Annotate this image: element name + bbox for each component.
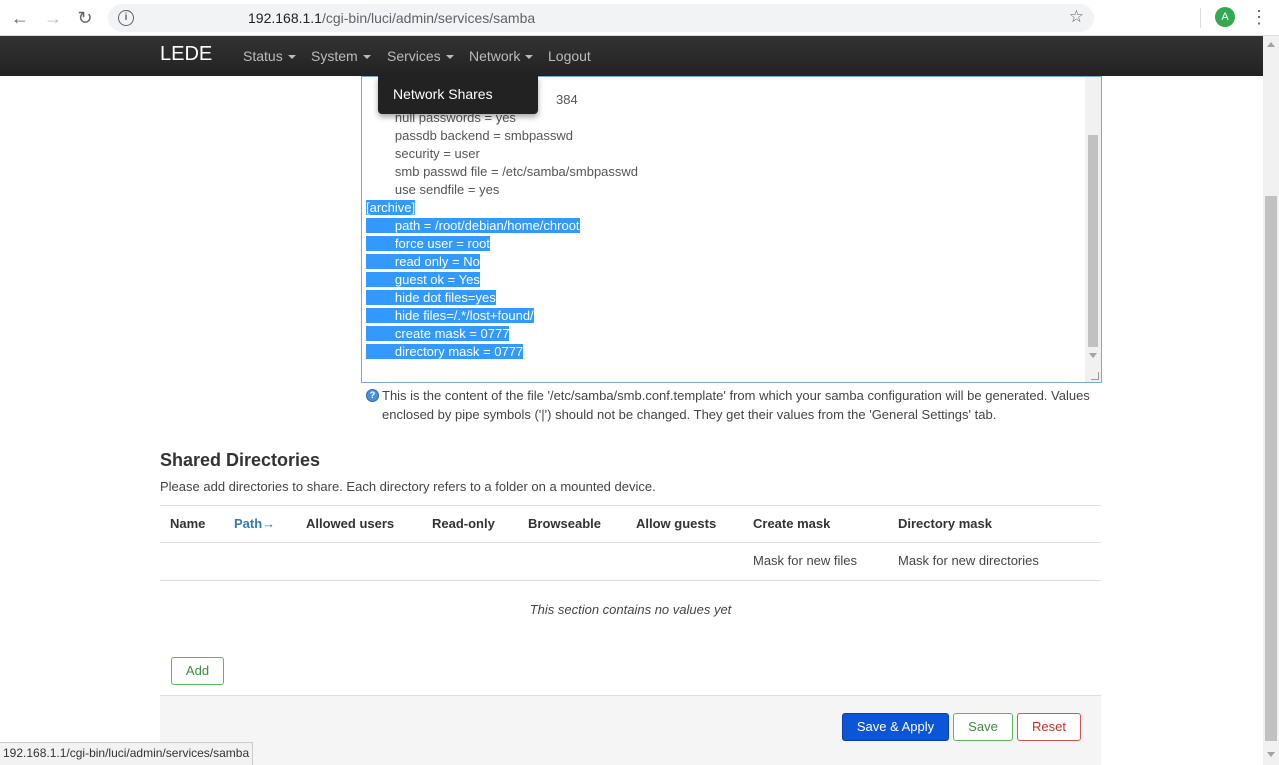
selected-text: [archive] (366, 200, 416, 215)
selected-text: create mask = 0777 (366, 326, 510, 341)
table-header-row: Name Path→ Allowed users Read-only Brows… (160, 505, 1101, 543)
selected-text-line: read only = No (366, 253, 638, 271)
browser-menu-icon[interactable]: ⋮ (1250, 6, 1268, 30)
bookmark-star-icon[interactable]: ☆ (1069, 7, 1084, 27)
services-dropdown-menu: Network Shares (378, 76, 538, 114)
save-button[interactable]: Save (953, 713, 1013, 741)
caret-down-icon (525, 55, 534, 60)
caret-down-icon (287, 55, 296, 60)
browser-toolbar: ← → ↻ i 192.168.1.1/cgi-bin/luci/admin/s… (0, 0, 1279, 36)
info-icon[interactable]: i (118, 10, 134, 26)
toolbar-divider (1200, 8, 1201, 28)
selected-text-line: hide files=/.*/lost+found/ (366, 307, 638, 325)
textarea-scroll-thumb[interactable] (1088, 135, 1098, 347)
column-allowed-users: Allowed users (306, 516, 395, 531)
address-bar[interactable]: i 192.168.1.1/cgi-bin/luci/admin/service… (108, 4, 1094, 32)
scroll-up-arrow-icon[interactable] (1267, 42, 1275, 47)
nav-status[interactable]: Status (243, 48, 296, 64)
text-line: passdb backend = smbpasswd (366, 128, 574, 143)
brand-logo[interactable]: LEDE (160, 43, 212, 66)
textarea-scrollbar[interactable] (1085, 77, 1101, 382)
selected-text-line: guest ok = Yes (366, 271, 638, 289)
url-path: /cgi-bin/luci/admin/services/samba (321, 10, 536, 26)
resize-grip-icon[interactable] (1091, 372, 1099, 380)
selected-text: read only = No (366, 254, 480, 269)
url-host: 192.168.1.1 (248, 10, 322, 26)
nav-status-label: Status (243, 48, 283, 64)
help-icon: ? (366, 389, 379, 402)
nav-network-label: Network (469, 48, 521, 64)
menu-item-network-shares[interactable]: Network Shares (393, 86, 493, 102)
text-line: security = user (366, 146, 480, 161)
address-url[interactable]: 192.168.1.1/cgi-bin/luci/admin/services/… (248, 10, 535, 26)
nav-system-label: System (311, 48, 358, 64)
selected-text: force user = root (366, 236, 490, 251)
column-path-sort[interactable]: Path→ (234, 516, 275, 531)
reset-button[interactable]: Reset (1017, 713, 1081, 741)
status-bar-url: 192.168.1.1/cgi-bin/luci/admin/services/… (0, 742, 254, 765)
selected-text: hide files=/.*/lost+found/ (366, 308, 534, 323)
text-line: use sendfile = yes (366, 182, 500, 197)
selected-text: directory mask = 0777 (366, 344, 524, 359)
add-share-button[interactable]: Add (171, 657, 224, 685)
column-allow-guests: Allow guests (636, 516, 717, 531)
selected-text: guest ok = Yes (366, 272, 480, 287)
selected-text-line: [archive] (366, 199, 638, 217)
column-browseable: Browseable (528, 516, 601, 531)
back-arrow-icon[interactable]: ← (9, 7, 31, 29)
nav-system[interactable]: System (311, 48, 371, 64)
scroll-down-arrow-icon[interactable] (1089, 353, 1097, 358)
selected-text-line: hide dot files=yes (366, 289, 638, 307)
profile-avatar[interactable]: A (1215, 7, 1235, 27)
help-text: This is the content of the file '/etc/sa… (382, 388, 1090, 422)
selected-text-line: force user = root (366, 235, 638, 253)
top-navbar: LEDE Status System Services Network Logo… (0, 36, 1263, 76)
column-create-mask: Create mask (753, 516, 831, 531)
caret-down-icon (362, 55, 371, 60)
page-scroll-thumb[interactable] (1265, 196, 1277, 741)
text-line: smb passwd file = /etc/samba/smbpasswd (366, 164, 639, 179)
empty-section-message: This section contains no values yet (529, 602, 732, 617)
column-directory-mask: Directory mask (898, 516, 992, 531)
reload-icon[interactable]: ↻ (74, 7, 96, 29)
page-scrollbar[interactable] (1263, 36, 1279, 765)
save-apply-button[interactable]: Save & Apply (842, 713, 949, 741)
smb-template-textarea[interactable]: 384 null passwords = yes passdb backend … (361, 76, 1102, 383)
nav-services[interactable]: Services (387, 48, 454, 64)
selected-text-line: create mask = 0777 (366, 325, 638, 343)
textarea-content: 384 null passwords = yes passdb backend … (366, 91, 638, 361)
create-mask-description: Mask for new files (753, 553, 858, 568)
table-description-row: Mask for new files Mask for new director… (160, 543, 1101, 581)
selected-text-line: path = /root/debian/home/chroot (366, 217, 638, 235)
forward-arrow-icon[interactable]: → (42, 7, 64, 29)
selected-text: path = /root/debian/home/chroot (366, 218, 580, 233)
scroll-down-arrow-icon[interactable] (1267, 752, 1275, 757)
directory-mask-description: Mask for new directories (898, 553, 1039, 568)
column-read-only: Read-only (432, 516, 495, 531)
column-name: Name (170, 516, 206, 531)
shared-directories-title: Shared Directories (160, 450, 321, 470)
caret-down-icon (445, 55, 454, 60)
nav-logout[interactable]: Logout (548, 48, 591, 64)
nav-services-label: Services (387, 48, 441, 64)
selected-text-line: directory mask = 0777 (366, 343, 638, 361)
shared-directories-description: Please add directories to share. Each di… (160, 479, 656, 494)
template-help: ? This is the content of the file '/etc/… (366, 386, 1101, 424)
selected-text: hide dot files=yes (366, 290, 496, 305)
nav-network[interactable]: Network (469, 48, 534, 64)
